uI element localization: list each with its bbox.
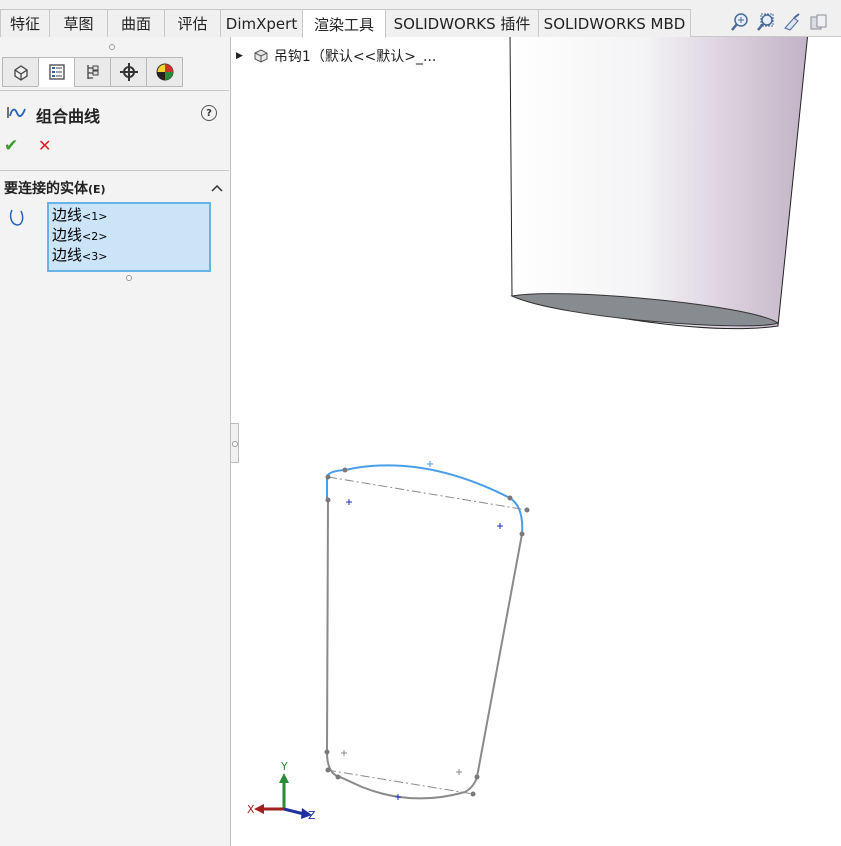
triad-y-label: Y bbox=[280, 760, 288, 773]
list-item[interactable]: 边线<3> bbox=[52, 245, 206, 265]
sketch-points bbox=[324, 467, 530, 797]
triad-z-label: Z bbox=[308, 809, 316, 822]
help-icon[interactable]: ? bbox=[201, 105, 217, 121]
tab-surfaces[interactable]: 曲面 bbox=[107, 9, 165, 37]
previous-view-icon[interactable] bbox=[782, 12, 802, 32]
tab-evaluate[interactable]: 评估 bbox=[164, 9, 221, 37]
part-icon bbox=[254, 49, 268, 63]
composite-curve-icon bbox=[7, 105, 27, 125]
sketch-profile[interactable] bbox=[325, 464, 528, 800]
separator bbox=[0, 170, 229, 171]
zoom-to-area-icon[interactable] bbox=[756, 12, 776, 32]
list-item[interactable]: 边线<1> bbox=[52, 205, 206, 225]
section-view-icon[interactable] bbox=[808, 12, 828, 32]
configuration-manager-icon[interactable] bbox=[74, 57, 111, 87]
list-resize-grip[interactable] bbox=[126, 275, 132, 281]
manager-tabs bbox=[2, 57, 183, 89]
cylinder-body[interactable] bbox=[509, 37, 808, 330]
selected-entities-list[interactable]: 边线<1> 边线<2> 边线<3> bbox=[47, 202, 211, 272]
expand-arrow-icon[interactable]: ▶ bbox=[236, 51, 243, 61]
ok-button[interactable]: ✔ bbox=[4, 136, 18, 156]
panel-grip[interactable] bbox=[109, 44, 115, 50]
view-triad: Y X Z bbox=[247, 760, 316, 822]
graphics-area[interactable]: Y X Z bbox=[232, 37, 841, 846]
group-shortcut: (E) bbox=[88, 183, 106, 196]
group-title: 要连接的实体 bbox=[4, 181, 88, 197]
list-item[interactable]: 边线<2> bbox=[52, 225, 206, 245]
chevron-up-icon[interactable] bbox=[210, 178, 224, 197]
tab-solidworks-addins[interactable]: SOLIDWORKS 插件 bbox=[385, 9, 539, 37]
feature-title: 组合曲线 bbox=[36, 107, 101, 126]
tab-solidworks-mbd[interactable]: SOLIDWORKS MBD bbox=[538, 9, 691, 37]
separator bbox=[0, 90, 229, 91]
center-marks bbox=[341, 461, 503, 800]
dimxpert-manager-icon[interactable] bbox=[110, 57, 147, 87]
triad-x-label: X bbox=[247, 803, 255, 816]
command-manager-tabs: 特征 草图 曲面 评估 DimXpert 渲染工具 SOLIDWORKS 插件 … bbox=[0, 0, 841, 38]
edge-selection-icon bbox=[8, 208, 26, 232]
flyout-tree-root[interactable]: ▶ 吊钩1（默认<<默认>_... bbox=[236, 46, 436, 66]
part-name: 吊钩1（默认<<默认>_... bbox=[273, 49, 437, 65]
entities-group-header[interactable]: 要连接的实体(E) bbox=[4, 178, 106, 198]
tab-sketch[interactable]: 草图 bbox=[49, 9, 108, 37]
tab-render-tools[interactable]: 渲染工具 bbox=[302, 9, 386, 38]
tab-features[interactable]: 特征 bbox=[0, 9, 50, 37]
feature-manager-icon[interactable] bbox=[2, 57, 39, 87]
tab-dimxpert[interactable]: DimXpert bbox=[220, 9, 303, 37]
zoom-to-fit-icon[interactable] bbox=[730, 12, 750, 32]
property-manager-icon[interactable] bbox=[38, 57, 75, 87]
display-manager-icon[interactable] bbox=[146, 57, 183, 87]
property-manager-panel: 组合曲线 ? ✔ ✕ 要连接的实体(E) 边线<1> 边线<2> 边线<3> bbox=[0, 37, 231, 846]
cancel-button[interactable]: ✕ bbox=[38, 136, 51, 155]
